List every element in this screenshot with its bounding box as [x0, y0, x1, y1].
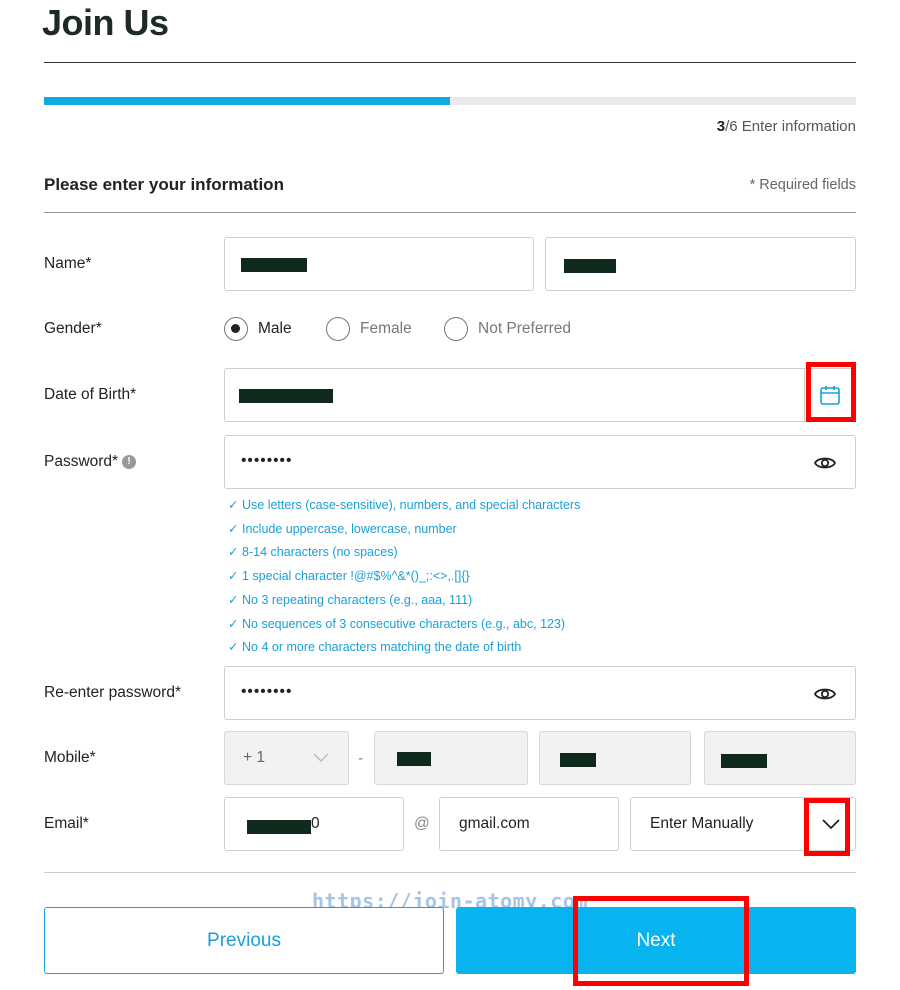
- page-title: Join Us: [42, 2, 169, 43]
- country-code-select[interactable]: + 1: [224, 731, 349, 785]
- password-rule-item: ✓ Include uppercase, lowercase, number: [228, 518, 580, 542]
- password-rules-list: ✓ Use letters (case-sensitive), numbers, …: [228, 494, 580, 660]
- password-rule-item: ✓ Use letters (case-sensitive), numbers, …: [228, 494, 580, 518]
- country-code-value: + 1: [243, 749, 265, 766]
- progress-bar: [44, 97, 856, 105]
- email-user-visible-tail: 0: [311, 815, 320, 832]
- chevron-down-icon: [313, 753, 329, 763]
- check-icon: ✓: [228, 498, 239, 512]
- password-rule-item: ✓ No 4 or more characters matching the da…: [228, 636, 580, 660]
- mobile-separator: -: [358, 750, 364, 767]
- mobile-label: Mobile*: [44, 749, 96, 766]
- redacted-mobile-2: [560, 753, 596, 767]
- gender-option-female[interactable]: Female: [326, 317, 412, 341]
- previous-button[interactable]: Previous: [44, 907, 444, 974]
- first-name-input[interactable]: [224, 237, 534, 291]
- password-rule-item: ✓ No 3 repeating characters (e.g., aaa, 1…: [228, 589, 580, 613]
- radio-selected-icon[interactable]: [224, 317, 248, 341]
- highlight-calendar: [806, 362, 856, 422]
- email-at-sign: @: [414, 815, 430, 832]
- reenter-password-value: ••••••••: [241, 683, 293, 700]
- password-rule-item: ✓ 1 special character !@#$%^&*()_;:<>,.[]…: [228, 565, 580, 589]
- progress-fill: [44, 97, 450, 105]
- password-rule-text: No sequences of 3 consecutive characters…: [242, 616, 566, 631]
- eye-icon[interactable]: [813, 682, 837, 706]
- redacted-first-name: [241, 258, 307, 272]
- name-label: Name*: [44, 255, 92, 272]
- section-divider: [44, 212, 856, 213]
- email-domain-select-value: Enter Manually: [650, 815, 754, 832]
- eye-icon[interactable]: [813, 451, 837, 475]
- gender-not-preferred-label: Not Preferred: [478, 320, 572, 337]
- gender-male-label: Male: [258, 320, 292, 337]
- highlight-next: [573, 896, 749, 986]
- redacted-mobile-1: [397, 752, 431, 766]
- password-rule-text: 1 special character !@#$%^&*()_;:<>,.[]{…: [242, 569, 470, 584]
- check-icon: ✓: [228, 569, 239, 584]
- check-icon: ✓: [228, 545, 239, 560]
- step-label: Enter information: [741, 118, 856, 135]
- password-label-text: Password*: [44, 453, 119, 470]
- password-input[interactable]: ••••••••: [224, 435, 856, 489]
- password-rule-text: Use letters (case-sensitive), numbers, a…: [242, 498, 581, 512]
- dob-input[interactable]: [224, 368, 856, 422]
- gender-option-male[interactable]: Male: [224, 317, 292, 341]
- email-user-input[interactable]: 0: [224, 797, 404, 851]
- gender-female-label: Female: [360, 320, 412, 337]
- password-rule-text: No 3 repeating characters (e.g., aaa, 11…: [242, 592, 473, 607]
- redacted-last-name: [564, 259, 616, 273]
- redacted-mobile-3: [721, 754, 767, 768]
- email-domain-value: gmail.com: [459, 815, 530, 832]
- password-rule-item: ✓ 8-14 characters (no spaces): [228, 541, 580, 565]
- redacted-dob: [239, 389, 333, 403]
- radio-unselected-icon[interactable]: [326, 317, 350, 341]
- email-domain-input[interactable]: gmail.com: [439, 797, 619, 851]
- check-icon: ✓: [228, 592, 239, 607]
- check-icon: ✓: [228, 616, 239, 631]
- highlight-email-dropdown: [804, 798, 850, 856]
- mobile-part-3-input[interactable]: [704, 731, 856, 785]
- reenter-password-input[interactable]: ••••••••: [224, 666, 856, 720]
- check-icon: ✓: [228, 640, 239, 655]
- email-label: Email*: [44, 815, 89, 832]
- gender-label: Gender*: [44, 320, 102, 337]
- password-rule-text: No 4 or more characters matching the dat…: [242, 640, 522, 655]
- required-note: * Required fields: [749, 177, 856, 193]
- redacted-email-user: [247, 820, 311, 834]
- gender-option-not-preferred[interactable]: Not Preferred: [444, 317, 571, 341]
- title-divider: [44, 62, 856, 63]
- password-value: ••••••••: [241, 452, 293, 469]
- password-rule-text: 8-14 characters (no spaces): [242, 545, 398, 560]
- password-rule-item: ✓ No sequences of 3 consecutive character…: [228, 613, 580, 637]
- step-current: 3: [716, 118, 726, 135]
- step-total: /6: [725, 118, 738, 135]
- dob-label: Date of Birth*: [44, 386, 137, 403]
- password-label: Password*!: [44, 453, 137, 471]
- check-icon: ✓: [228, 521, 239, 536]
- info-icon[interactable]: !: [122, 454, 137, 469]
- footer-divider: [44, 872, 856, 873]
- mobile-part-1-input[interactable]: [374, 731, 528, 785]
- mobile-part-2-input[interactable]: [539, 731, 691, 785]
- step-indicator: 3/6 Enter information: [717, 118, 856, 135]
- section-title: Please enter your information: [44, 175, 284, 194]
- password-rule-text: Include uppercase, lowercase, number: [242, 521, 457, 536]
- radio-unselected-icon[interactable]: [444, 317, 468, 341]
- last-name-input[interactable]: [545, 237, 856, 291]
- reenter-password-label: Re-enter password*: [44, 684, 181, 701]
